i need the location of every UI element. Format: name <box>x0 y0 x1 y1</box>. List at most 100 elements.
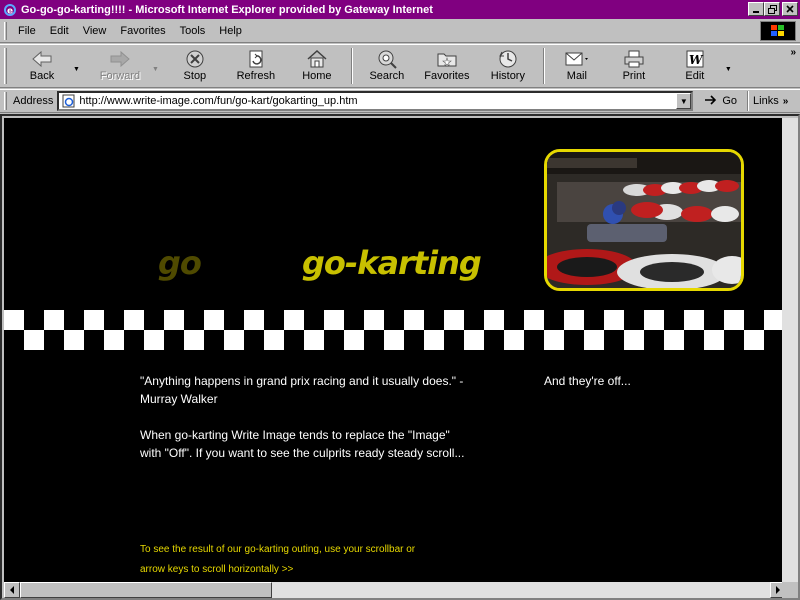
close-icon <box>786 5 794 13</box>
checker-square <box>264 310 284 330</box>
toolbar-grip <box>4 48 7 84</box>
stop-button[interactable]: Stop <box>167 45 223 87</box>
back-dropdown-icon[interactable]: ▼ <box>73 66 80 73</box>
go-arrow-icon <box>703 94 719 109</box>
checker-square <box>204 310 224 330</box>
menu-bar: File Edit View Favorites Tools Help <box>0 19 800 43</box>
history-label: History <box>490 70 525 82</box>
scroll-hint-line: arrow keys to scroll horizontally >> <box>140 564 294 575</box>
edit-button[interactable]: W Edit <box>665 45 725 87</box>
restore-icon <box>767 4 777 14</box>
favorites-button[interactable]: Favorites <box>415 45 479 87</box>
standard-toolbar: Back ▼ Forward ▼ Stop Refresh Home Searc… <box>0 44 800 88</box>
history-button[interactable]: History <box>479 45 537 87</box>
checker-square <box>344 330 364 350</box>
search-button[interactable]: Search <box>359 45 415 87</box>
home-icon <box>306 48 328 70</box>
mail-button[interactable]: Mail <box>551 45 603 87</box>
checker-square <box>464 310 484 330</box>
checker-square <box>304 310 324 330</box>
mail-icon <box>564 48 590 70</box>
checker-square <box>64 310 84 330</box>
back-button[interactable]: Back <box>11 45 73 87</box>
checker-square <box>44 310 64 330</box>
address-input[interactable]: http://www.write-image.com/fun/go-kart/g… <box>57 91 694 111</box>
address-dropdown-icon[interactable]: ▼ <box>676 93 692 109</box>
scroll-left-button[interactable] <box>4 582 20 598</box>
toolbar-separator <box>350 48 353 84</box>
checker-square <box>644 330 664 350</box>
svg-text:W: W <box>689 53 704 67</box>
forward-button[interactable]: Forward <box>88 45 152 87</box>
menu-favorites[interactable]: Favorites <box>113 25 172 37</box>
checker-square <box>44 330 64 350</box>
checker-square <box>144 310 164 330</box>
checker-square <box>184 330 204 350</box>
checker-square <box>204 330 224 350</box>
checker-square <box>284 310 304 330</box>
checker-square <box>544 330 564 350</box>
print-button[interactable]: Print <box>603 45 665 87</box>
checker-square <box>84 310 104 330</box>
menu-edit[interactable]: Edit <box>43 25 76 37</box>
horizontal-scroll-thumb[interactable] <box>20 582 272 598</box>
address-bar: Address http://www.write-image.com/fun/g… <box>0 89 800 113</box>
edit-dropdown-icon[interactable]: ▼ <box>725 66 732 73</box>
menu-help[interactable]: Help <box>212 25 249 37</box>
checker-square <box>544 310 564 330</box>
checker-square <box>664 330 684 350</box>
forward-label: Forward <box>99 70 141 82</box>
toolbar-separator <box>542 48 545 84</box>
windows-logo-icon <box>760 21 796 41</box>
checker-square <box>704 330 724 350</box>
stop-label: Stop <box>183 70 207 82</box>
forward-arrow-icon <box>109 48 131 70</box>
checker-square <box>424 330 444 350</box>
checker-square <box>224 310 244 330</box>
favorites-folder-icon <box>436 48 458 70</box>
go-button[interactable]: Go <box>703 94 737 109</box>
checker-square <box>304 330 324 350</box>
close-button[interactable] <box>782 2 798 16</box>
refresh-icon <box>247 48 265 70</box>
checker-square <box>524 310 544 330</box>
checker-square <box>144 330 164 350</box>
page-ie-icon <box>61 94 77 108</box>
checker-square <box>584 310 604 330</box>
checker-square <box>4 310 24 330</box>
refresh-button[interactable]: Refresh <box>223 45 289 87</box>
ie-logo-icon: e <box>2 2 18 18</box>
forward-dropdown-icon[interactable]: ▼ <box>152 66 159 73</box>
printer-icon <box>623 48 645 70</box>
checker-square <box>684 310 704 330</box>
maximize-button[interactable] <box>764 2 780 16</box>
links-chevron-icon[interactable]: » <box>783 96 789 107</box>
vertical-scrollbar[interactable] <box>782 118 798 584</box>
menu-file[interactable]: File <box>11 25 43 37</box>
checker-square <box>64 330 84 350</box>
back-arrow-icon <box>31 48 53 70</box>
menu-view[interactable]: View <box>76 25 114 37</box>
go-karting-heading: go-karting <box>302 244 482 282</box>
horizontal-scrollbar[interactable] <box>4 582 786 598</box>
mail-label: Mail <box>566 70 587 82</box>
checker-square <box>604 330 624 350</box>
checker-square <box>564 330 584 350</box>
address-url[interactable]: http://www.write-image.com/fun/go-kart/g… <box>79 95 357 107</box>
menu-tools[interactable]: Tools <box>173 25 213 37</box>
checker-square <box>424 310 444 330</box>
checker-square <box>684 330 704 350</box>
links-button[interactable]: Links <box>753 95 779 107</box>
home-button[interactable]: Home <box>289 45 345 87</box>
go-heading: go <box>158 244 202 282</box>
toolbar-overflow-chevron-icon[interactable]: » <box>790 47 796 58</box>
checker-square <box>24 330 44 350</box>
minimize-button[interactable] <box>748 2 764 16</box>
checker-square <box>724 310 744 330</box>
edit-label: Edit <box>685 70 705 82</box>
checker-square <box>284 330 304 350</box>
minimize-icon <box>753 11 759 13</box>
checker-square <box>124 330 144 350</box>
back-label: Back <box>29 70 55 82</box>
search-label: Search <box>369 70 405 82</box>
